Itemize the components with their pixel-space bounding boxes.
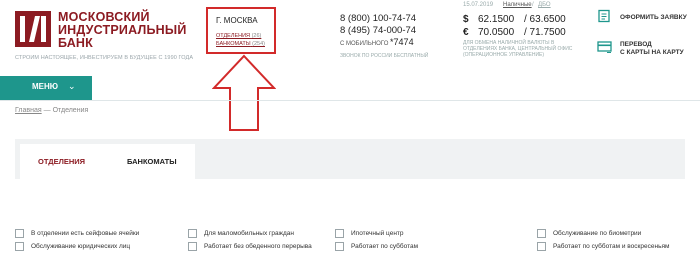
usd-sell-rate: / 63.6500 bbox=[524, 14, 566, 25]
tab-atms[interactable]: БАНКОМАТЫ bbox=[110, 144, 195, 179]
checkbox[interactable] bbox=[537, 242, 546, 251]
phone-mobile-label: С МОБИЛЬНОГО bbox=[340, 41, 389, 47]
branches-link[interactable]: ОТДЕЛЕНИЯ (26) bbox=[216, 33, 261, 39]
breadcrumb-current: Отделения bbox=[52, 107, 89, 114]
up-arrow-annotation-icon bbox=[212, 54, 276, 131]
atms-link[interactable]: БАНКОМАТЫ (254) bbox=[216, 41, 265, 47]
filter-label[interactable]: Работает по субботам и воскресеньям bbox=[553, 243, 669, 250]
eur-buy-rate: 70.0500 bbox=[478, 27, 515, 38]
menu-divider bbox=[0, 100, 700, 101]
transfer-button[interactable]: ПЕРЕВОД С КАРТЫ НА КАРТУ bbox=[620, 41, 684, 57]
breadcrumb-separator: — bbox=[43, 107, 51, 114]
rates-tab-separator: / bbox=[532, 2, 534, 8]
city-selector[interactable]: Г. МОСКВА ОТДЕЛЕНИЯ (26) БАНКОМАТЫ (254) bbox=[206, 7, 276, 54]
phone-mobile-number[interactable]: *7474 bbox=[390, 37, 414, 47]
menu-label[interactable]: МЕНЮ bbox=[32, 82, 58, 91]
checkbox[interactable] bbox=[537, 229, 546, 238]
usd-symbol: $ bbox=[463, 14, 469, 25]
rates-date: 15.07.2019 bbox=[463, 2, 494, 8]
tab-branches[interactable]: ОТДЕЛЕНИЯ bbox=[20, 144, 110, 179]
eur-sell-rate: / 71.7500 bbox=[524, 27, 566, 38]
tab-branches-label[interactable]: ОТДЕЛЕНИЯ bbox=[38, 157, 85, 166]
phone-free[interactable]: 8 (800) 100-74-74 bbox=[340, 13, 416, 24]
apply-button[interactable]: ОФОРМИТЬ ЗАЯВКУ bbox=[620, 14, 687, 22]
checkbox[interactable] bbox=[15, 242, 24, 251]
filter-label[interactable]: Обслуживание по биометрии bbox=[553, 230, 641, 237]
rates-note: ДЛЯ ОБМЕНА НАЛИЧНОЙ ВАЛЮТЫ В ОТДЕЛЕНИЯХ … bbox=[463, 40, 573, 58]
checkbox[interactable] bbox=[15, 229, 24, 238]
eur-symbol: € bbox=[463, 27, 469, 38]
transfer-label-line1[interactable]: ПЕРЕВОД bbox=[620, 41, 684, 49]
menu-button[interactable]: МЕНЮ ⌄ bbox=[0, 76, 92, 100]
phone-mobile[interactable]: С МОБИЛЬНОГО *7474 bbox=[340, 37, 414, 47]
tagline: СТРОИМ НАСТОЯЩЕЕ, ИНВЕСТИРУЕМ В БУДУЩЕЕ … bbox=[15, 55, 194, 61]
tab-atms-label[interactable]: БАНКОМАТЫ bbox=[127, 157, 177, 166]
filter-label[interactable]: Для маломобильных граждан bbox=[204, 230, 294, 237]
bank-logo-icon[interactable] bbox=[15, 11, 51, 47]
city-title[interactable]: Г. МОСКВА bbox=[216, 16, 258, 25]
atms-link-label[interactable]: БАНКОМАТЫ bbox=[216, 41, 251, 47]
card-transfer-icon[interactable] bbox=[597, 40, 613, 54]
filter-label[interactable]: Ипотечный центр bbox=[351, 230, 404, 237]
phone-moscow[interactable]: 8 (495) 74-000-74 bbox=[340, 25, 416, 36]
transfer-label-line2[interactable]: С КАРТЫ НА КАРТУ bbox=[620, 49, 684, 57]
application-form-icon[interactable] bbox=[597, 9, 611, 23]
filter-label[interactable]: Работает по субботам bbox=[351, 243, 418, 250]
branches-link-label[interactable]: ОТДЕЛЕНИЯ bbox=[216, 33, 250, 39]
checkbox[interactable] bbox=[188, 229, 197, 238]
rates-tab-cash[interactable]: Наличные bbox=[503, 2, 532, 8]
chevron-down-icon[interactable]: ⌄ bbox=[68, 81, 76, 92]
filter-label[interactable]: Работает без обеденного перерыва bbox=[204, 243, 312, 250]
checkbox[interactable] bbox=[335, 242, 344, 251]
checkbox[interactable] bbox=[335, 229, 344, 238]
atms-count: (254) bbox=[252, 41, 265, 47]
branches-count: (26) bbox=[251, 33, 262, 39]
filter-label[interactable]: Обслуживание юридических лиц bbox=[31, 243, 130, 250]
breadcrumb-home-link[interactable]: Главная bbox=[15, 107, 42, 114]
rates-tab-dbo[interactable]: ДБО bbox=[538, 2, 551, 8]
bank-name-line3: БАНК bbox=[58, 36, 93, 50]
checkbox[interactable] bbox=[188, 242, 197, 251]
breadcrumb: Главная — Отделения bbox=[15, 107, 88, 114]
filter-label[interactable]: В отделении есть сейфовые ячейки bbox=[31, 230, 139, 237]
phone-note: ЗВОНОК ПО РОССИИ БЕСПЛАТНЫЙ bbox=[340, 53, 429, 59]
usd-buy-rate: 62.1500 bbox=[478, 14, 515, 25]
